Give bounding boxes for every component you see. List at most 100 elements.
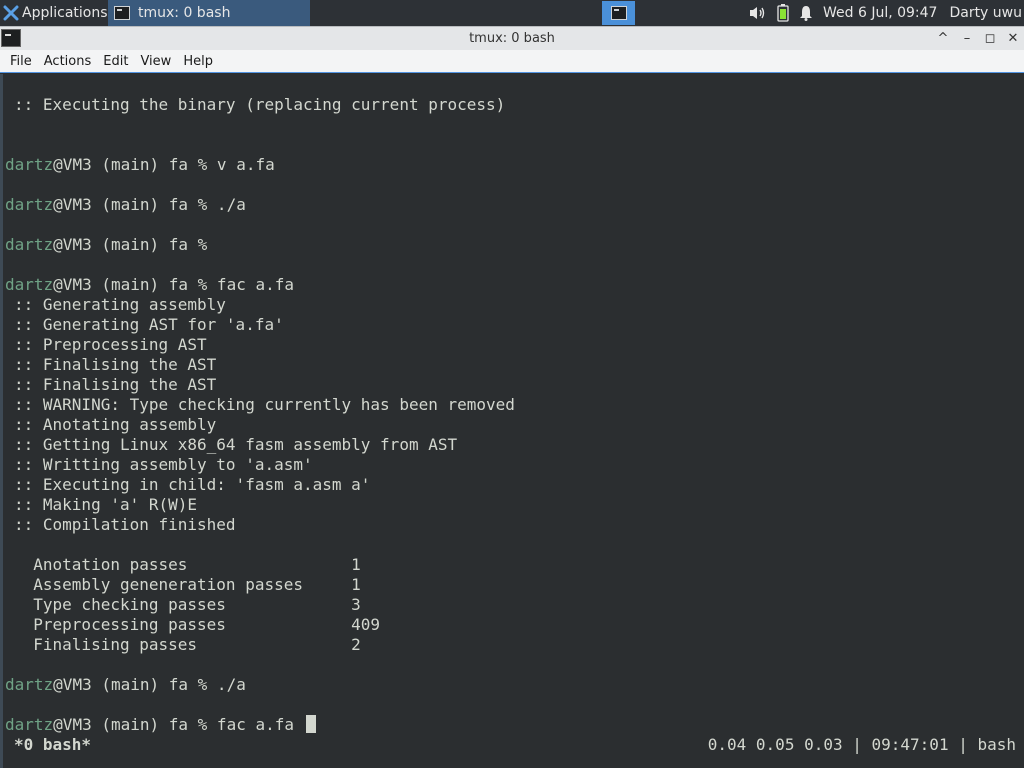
terminal-output-text: Anotation passes 1 xyxy=(14,555,361,574)
prompt-command[interactable]: fac a.fa xyxy=(207,715,303,734)
system-tray: Wed 6 Jul, 09:47 Darty uwu xyxy=(749,0,1024,26)
terminal-output-text: :: Generating AST for 'a.fa' xyxy=(14,315,284,334)
maximize-button[interactable]: ◻ xyxy=(979,28,1001,50)
terminal-output-line: :: WARNING: Type checking currently has … xyxy=(12,395,1022,415)
xfce-logo-icon xyxy=(3,5,19,21)
terminal-view[interactable]: :: Executing the binary (replacing curre… xyxy=(0,74,1024,768)
terminal-output-text: :: Getting Linux x86_64 fasm assembly fr… xyxy=(14,435,458,454)
close-button[interactable]: ✕ xyxy=(1002,28,1024,50)
prompt-user: dartz xyxy=(5,715,54,734)
prompt-host-path: @VM3 (main) fa % xyxy=(53,275,208,294)
terminal-output-text: :: Generating assembly xyxy=(14,295,226,314)
terminal-output-text: :: WARNING: Type checking currently has … xyxy=(14,395,515,414)
terminal-prompt-line: dartz@VM3 (main) fa % fac a.fa xyxy=(5,715,1022,735)
terminal-output-text: :: Anotating assembly xyxy=(14,415,217,434)
battery-icon[interactable] xyxy=(777,4,789,22)
terminal-output-line: :: Compilation finished xyxy=(12,515,1022,535)
terminal-output-text: Assembly geneneration passes 1 xyxy=(14,575,361,594)
terminal-output-line: :: Finalising the AST xyxy=(12,355,1022,375)
prompt-host-path: @VM3 (main) fa % xyxy=(53,675,208,694)
terminal-output-line: :: Preprocessing AST xyxy=(12,335,1022,355)
terminal-output-text: Finalising passes 2 xyxy=(14,635,361,654)
terminal-output-text: Preprocessing passes 409 xyxy=(14,615,381,634)
user-menu[interactable]: Darty uwu xyxy=(949,5,1022,21)
prompt-user: dartz xyxy=(5,675,54,694)
terminal-output-text: :: Executing the binary (replacing curre… xyxy=(14,95,506,114)
terminal-output-text: :: Compilation finished xyxy=(14,515,236,534)
tmux-status-right: 0.04 0.05 0.03 | 09:47:01 | bash xyxy=(707,735,1016,754)
minimize-button[interactable]: – xyxy=(956,28,978,50)
applications-menu-button[interactable]: Applications xyxy=(0,0,108,26)
menu-edit[interactable]: Edit xyxy=(97,54,134,69)
workspace-switcher[interactable] xyxy=(602,1,635,25)
terminal-output-line: :: Writting assembly to 'a.asm' xyxy=(12,455,1022,475)
prompt-command: fac a.fa xyxy=(207,275,294,294)
taskbar-item-tmux[interactable]: tmux: 0 bash xyxy=(108,0,310,26)
terminal-prompt-line: dartz@VM3 (main) fa % xyxy=(5,235,1022,255)
terminal-output-text: :: Finalising the AST xyxy=(14,355,217,374)
volume-icon[interactable] xyxy=(749,5,767,21)
terminal-icon xyxy=(114,6,130,20)
prompt-command: v a.fa xyxy=(207,155,275,174)
prompt-user: dartz xyxy=(5,235,54,254)
menubar: File Actions Edit View Help xyxy=(0,50,1024,73)
terminal-output-text: :: Making 'a' R(W)E xyxy=(14,495,198,514)
prompt-user: dartz xyxy=(5,155,54,174)
terminal-output-line: Preprocessing passes 409 xyxy=(12,615,1022,635)
menu-file[interactable]: File xyxy=(4,54,38,69)
terminal-output-line: :: Making 'a' R(W)E xyxy=(12,495,1022,515)
terminal-output-text: Type checking passes 3 xyxy=(14,595,361,614)
tmux-status-bar: *0 bash* 0.04 0.05 0.03 | 09:47:01 | bas… xyxy=(12,735,1016,755)
terminal-output-line: :: Getting Linux x86_64 fasm assembly fr… xyxy=(12,435,1022,455)
terminal-output-line: :: Finalising the AST xyxy=(12,375,1022,395)
menu-actions[interactable]: Actions xyxy=(38,54,98,69)
prompt-host-path: @VM3 (main) fa % xyxy=(53,155,208,174)
terminal-output-line: :: Executing in child: 'fasm a.asm a' xyxy=(12,475,1022,495)
prompt-host-path: @VM3 (main) fa % xyxy=(53,195,208,214)
prompt-command: ./a xyxy=(207,675,246,694)
tmux-window-label[interactable]: *0 bash* xyxy=(14,735,91,755)
terminal-output-text: :: Executing in child: 'fasm a.asm a' xyxy=(14,475,371,494)
terminal-output-text: :: Writting assembly to 'a.asm' xyxy=(14,455,313,474)
taskbar-item-label: tmux: 0 bash xyxy=(138,5,231,21)
prompt-user: dartz xyxy=(5,195,54,214)
terminal-prompt-line: dartz@VM3 (main) fa % fac a.fa xyxy=(5,275,1022,295)
terminal-output-line: Type checking passes 3 xyxy=(12,595,1022,615)
terminal-prompt-line: dartz@VM3 (main) fa % ./a xyxy=(5,195,1022,215)
terminal-output-line: Finalising passes 2 xyxy=(12,635,1022,655)
applications-label: Applications xyxy=(22,5,108,21)
prompt-user: dartz xyxy=(5,275,54,294)
terminal-output-line: :: Generating assembly xyxy=(12,295,1022,315)
terminal-output-line: Anotation passes 1 xyxy=(12,555,1022,575)
terminal-cursor xyxy=(305,715,316,733)
prompt-command: ./a xyxy=(207,195,246,214)
panel-clock[interactable]: Wed 6 Jul, 09:47 xyxy=(823,5,937,21)
window-title: tmux: 0 bash xyxy=(469,31,555,46)
terminal-output-line: :: Anotating assembly xyxy=(12,415,1022,435)
menu-help[interactable]: Help xyxy=(177,54,219,69)
terminal-output-line: :: Executing the binary (replacing curre… xyxy=(12,95,1022,115)
notification-bell-icon[interactable] xyxy=(799,5,813,21)
prompt-host-path: @VM3 (main) fa % xyxy=(53,235,208,254)
terminal-prompt-line: dartz@VM3 (main) fa % ./a xyxy=(5,675,1022,695)
top-panel: Applications tmux: 0 bash Wed 6 Jul, 09:… xyxy=(0,0,1024,26)
terminal-output: :: Executing the binary (replacing curre… xyxy=(5,95,1022,735)
terminal-output-text: :: Finalising the AST xyxy=(14,375,217,394)
terminal-prompt-line: dartz@VM3 (main) fa % v a.fa xyxy=(5,155,1022,175)
terminal-output-line: Assembly geneneration passes 1 xyxy=(12,575,1022,595)
prompt-host-path: @VM3 (main) fa % xyxy=(53,715,208,734)
terminal-output-text: :: Preprocessing AST xyxy=(14,335,207,354)
shade-button[interactable]: ^ xyxy=(932,28,954,50)
menu-view[interactable]: View xyxy=(134,54,177,69)
terminal-icon xyxy=(610,6,627,20)
terminal-output-line: :: Generating AST for 'a.fa' xyxy=(12,315,1022,335)
window-titlebar[interactable]: tmux: 0 bash ^ – ◻ ✕ xyxy=(0,26,1024,50)
